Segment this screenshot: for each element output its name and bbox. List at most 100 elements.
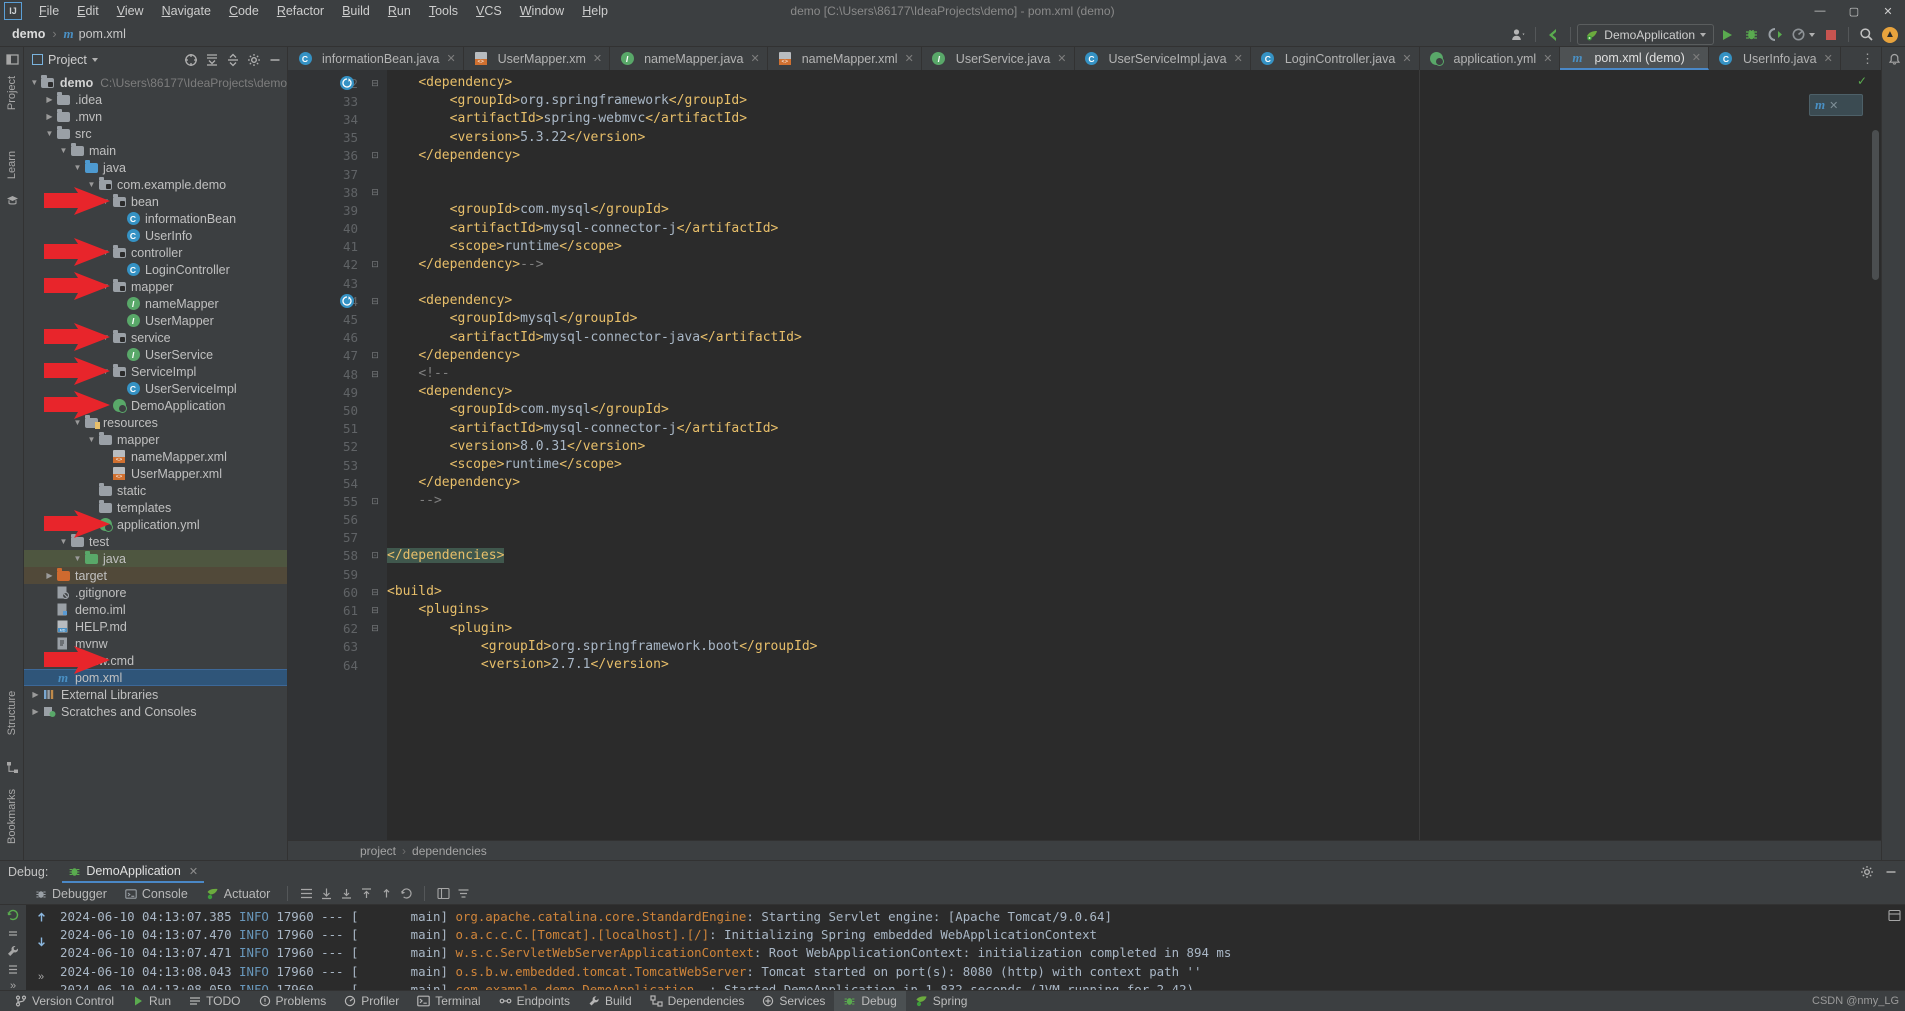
console-log-lines[interactable]: 2024-06-10 04:13:07.385 INFO 17960 --- […	[56, 905, 1905, 990]
layout-icon[interactable]	[296, 884, 316, 904]
menu-item-file[interactable]: File	[30, 2, 68, 20]
tree-item-demo[interactable]: ▼ demo C:\Users\86177\IdeaProjects\demo	[24, 74, 287, 91]
tree-item-main[interactable]: ▼ main	[24, 142, 287, 159]
tree-item-test[interactable]: ▼ test	[24, 533, 287, 550]
tree-item-userservice[interactable]: I UserService	[24, 346, 287, 363]
editor-tab-logincontroller-java[interactable]: C LoginController.java ✕	[1251, 47, 1420, 70]
editor-tab-usermapper-xm[interactable]: UserMapper.xm ✕	[464, 47, 611, 70]
scroll-down-icon[interactable]	[32, 932, 50, 950]
tab-close-icon[interactable]: ✕	[446, 52, 455, 65]
tree-item-logincontroller[interactable]: C LoginController	[24, 261, 287, 278]
minimize-button[interactable]: —	[1803, 0, 1837, 22]
tree-item-pom-xml[interactable]: m pom.xml	[24, 669, 287, 686]
line-number[interactable]: 47	[288, 347, 363, 365]
status-item-debug[interactable]: Debug	[834, 990, 906, 1011]
editor-tab-pom-xml-demo-[interactable]: m pom.xml (demo) ✕	[1560, 47, 1709, 70]
line-number[interactable]: 52	[288, 438, 363, 456]
chevron-right-icon[interactable]: ▶	[44, 95, 55, 104]
expand-all-icon[interactable]	[202, 50, 222, 70]
tree-item-java[interactable]: ▼ java	[24, 550, 287, 567]
tree-item-help-md[interactable]: MD HELP.md	[24, 618, 287, 635]
tab-close-icon[interactable]: ✕	[750, 52, 759, 65]
editor-tab-informationbean-java[interactable]: CinformationBean.java ✕	[288, 47, 464, 70]
tree-item-mapper[interactable]: ▼ mapper	[24, 278, 287, 295]
chevron-down-icon[interactable]: ▼	[100, 248, 111, 257]
line-number[interactable]: 63	[288, 638, 363, 656]
chevron-down-icon[interactable]: ▼	[72, 418, 83, 427]
line-number[interactable]: 62	[288, 620, 363, 638]
chevron-down-icon[interactable]: ▼	[100, 282, 111, 291]
project-panel-title-group[interactable]: Project	[32, 53, 98, 67]
breadcrumb-project[interactable]: demo	[12, 27, 45, 41]
line-number[interactable]: 34	[288, 110, 363, 128]
menu-item-edit[interactable]: Edit	[68, 2, 108, 20]
chevron-down-icon[interactable]: ▼	[86, 180, 97, 189]
import-icon[interactable]	[316, 884, 336, 904]
line-number[interactable]: 53	[288, 456, 363, 474]
fold-toggle-icon[interactable]: ⊟	[363, 601, 387, 619]
status-item-profiler[interactable]: Profiler	[335, 991, 408, 1011]
more-icon[interactable]: »	[4, 980, 22, 990]
menu-item-code[interactable]: Code	[220, 2, 268, 20]
gear-icon[interactable]	[1857, 862, 1877, 882]
editor-scrollbar[interactable]	[1870, 70, 1881, 840]
gear-icon[interactable]	[244, 50, 264, 70]
tool-label-learn[interactable]: Learn	[6, 139, 18, 191]
user-settings-icon[interactable]	[1507, 24, 1529, 45]
status-item-todo[interactable]: TODO	[180, 991, 249, 1011]
console-settings-icon[interactable]	[1888, 909, 1901, 925]
tab-overflow-menu[interactable]: ⋮	[1854, 47, 1881, 70]
grid-icon[interactable]	[433, 884, 453, 904]
status-item-build[interactable]: Build	[579, 991, 641, 1011]
editor-tab-userinfo-java[interactable]: C UserInfo.java ✕	[1709, 47, 1841, 70]
fold-toggle-icon[interactable]: ⊡	[363, 256, 387, 274]
tree-item-com-example-demo[interactable]: ▼ com.example.demo	[24, 176, 287, 193]
tree-item--mvn[interactable]: ▶ .mvn	[24, 108, 287, 125]
line-number[interactable]: 46	[288, 329, 363, 347]
chevron-down-icon[interactable]: ▼	[72, 554, 83, 563]
status-item-endpoints[interactable]: Endpoints	[490, 991, 579, 1011]
stop-icon[interactable]	[4, 962, 22, 976]
account-avatar[interactable]: ▲	[1879, 24, 1901, 45]
tree-item-userinfo[interactable]: C UserInfo	[24, 227, 287, 244]
learn-icon[interactable]	[4, 192, 20, 208]
maven-run-marker-icon[interactable]	[340, 76, 354, 90]
scroll-up-icon[interactable]	[32, 908, 50, 926]
status-item-version-control[interactable]: Version Control	[6, 991, 123, 1011]
tab-close-icon[interactable]: ✕	[593, 52, 602, 65]
run-with-coverage-button[interactable]	[1764, 24, 1786, 45]
menu-item-run[interactable]: Run	[379, 2, 420, 20]
tree-item-demo-iml[interactable]: demo.iml	[24, 601, 287, 618]
line-number[interactable]: 64	[288, 656, 363, 674]
tree-item-mvnw-cmd[interactable]: mvnw.cmd	[24, 652, 287, 669]
status-item-spring[interactable]: Spring	[906, 991, 977, 1011]
debug-button[interactable]	[1740, 24, 1762, 45]
maven-run-marker-icon[interactable]	[340, 294, 354, 309]
status-item-run[interactable]: Run	[123, 991, 180, 1011]
line-number[interactable]: 35	[288, 129, 363, 147]
line-number[interactable]: 42	[288, 256, 363, 274]
collapse-all-icon[interactable]	[223, 50, 243, 70]
chevron-right-icon[interactable]: ▶	[44, 571, 55, 580]
status-item-services[interactable]: Services	[753, 991, 834, 1011]
maximize-button[interactable]: ▢	[1837, 0, 1871, 22]
tree-item-resources[interactable]: ▼ resources	[24, 414, 287, 431]
chevron-right-icon[interactable]: ▶	[30, 690, 41, 699]
maven-reimport-chip[interactable]: m ✕	[1809, 94, 1863, 116]
line-number[interactable]: 55	[288, 492, 363, 510]
download-icon[interactable]	[336, 884, 356, 904]
chevron-down-icon[interactable]: ▼	[58, 537, 69, 546]
line-number[interactable]: 61	[288, 601, 363, 619]
fold-toggle-icon[interactable]: ⊟	[363, 183, 387, 201]
line-number[interactable]: 38	[288, 183, 363, 201]
line-number[interactable]: 56	[288, 511, 363, 529]
fold-toggle-icon[interactable]: ⊟	[363, 583, 387, 601]
tree-item-controller[interactable]: ▼ controller	[24, 244, 287, 261]
hide-panel-icon[interactable]	[265, 50, 285, 70]
tree-item-src[interactable]: ▼ src	[24, 125, 287, 142]
status-item-terminal[interactable]: Terminal	[408, 991, 489, 1011]
line-number[interactable]: 60	[288, 583, 363, 601]
debug-session-tab[interactable]: DemoApplication ✕	[62, 861, 205, 883]
run-button[interactable]	[1716, 24, 1738, 45]
tree-item-mvnw[interactable]: mvnw	[24, 635, 287, 652]
